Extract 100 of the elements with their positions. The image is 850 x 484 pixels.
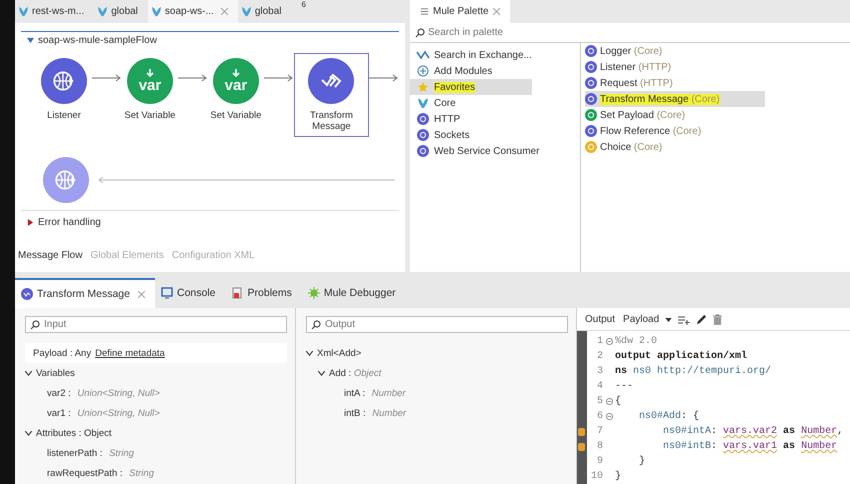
line-number: 2 <box>596 351 603 362</box>
palette-component[interactable]: Logger (Core) <box>585 43 765 59</box>
chevron-icon[interactable] <box>25 370 32 376</box>
flow-node[interactable]: Transform Message <box>294 53 370 137</box>
tree-item[interactable]: var2 : Union<String, Null> <box>25 383 287 403</box>
panel-tab[interactable]: Problems <box>226 278 302 308</box>
module-icon <box>416 50 430 60</box>
palette-module[interactable]: Core <box>410 95 532 111</box>
monitor-icon <box>160 287 173 299</box>
line-number: 7 <box>596 426 603 437</box>
chevron-icon[interactable] <box>318 370 325 376</box>
tree-item[interactable]: rawRequestPath : String <box>25 463 287 483</box>
line-number: 6 <box>596 411 603 422</box>
tab-overflow-count[interactable]: 6 <box>302 0 306 9</box>
module-icon <box>416 97 430 109</box>
tree-item[interactable]: var1 : Union<String, Null> <box>25 403 287 423</box>
payload-dropdown[interactable]: Payload <box>623 314 660 325</box>
palette-module[interactable]: HTTP <box>410 111 532 127</box>
line-number: 4 <box>596 381 603 392</box>
module-icon <box>416 145 430 157</box>
trash-icon[interactable] <box>713 314 722 325</box>
flow-arrow <box>178 73 208 83</box>
fold-icon[interactable] <box>606 338 612 345</box>
panel-tab[interactable]: Mule Debugger <box>302 278 406 308</box>
editor-tab[interactable]: global <box>94 0 148 23</box>
tree-item[interactable]: Variables <box>36 368 75 378</box>
palette-module[interactable]: Web Service Consumer <box>410 143 540 159</box>
caret-icon[interactable] <box>27 219 34 226</box>
code-line: ns ns0 http://tempuri.org/ <box>615 366 772 377</box>
palette-module[interactable]: Sockets <box>410 127 532 143</box>
error-handling-toggle[interactable]: Error handling <box>38 217 101 228</box>
line-number: 5 <box>596 396 603 407</box>
chevron-icon[interactable] <box>25 430 32 436</box>
component-icon <box>40 58 87 104</box>
palette-component[interactable]: Flow Reference (Core) <box>585 123 765 139</box>
line-number: 3 <box>596 366 603 377</box>
tree-item[interactable]: Payload : Any <box>33 348 92 358</box>
add-icon[interactable] <box>678 314 690 324</box>
flow-node[interactable]: var Set Variable <box>208 53 264 126</box>
tree-item[interactable]: Add : Object <box>329 368 382 378</box>
bug-icon <box>308 287 320 299</box>
code-line: ns0#intA: vars.var2 as Number, <box>662 426 844 437</box>
line-number: 1 <box>596 336 603 347</box>
close-icon[interactable] <box>492 8 500 15</box>
code-line: ns0#intB: vars.var1 as Number <box>662 441 838 452</box>
palette-component[interactable]: Transform Message (Core) <box>585 91 765 107</box>
line-number: 9 <box>596 456 603 467</box>
tree-item[interactable]: Xml<Add> <box>317 348 362 358</box>
flow-node[interactable]: var Set Variable <box>122 53 178 126</box>
editor-tab[interactable]: global <box>238 0 292 23</box>
panel-tab[interactable]: Transform Message <box>15 278 155 308</box>
dropdown-caret-icon[interactable] <box>665 318 672 322</box>
define-metadata-link[interactable]: Define metadata <box>95 348 165 358</box>
code-line: } <box>615 471 622 482</box>
palette-search-field[interactable]: Search in palette <box>410 23 850 42</box>
tree-item[interactable]: intB : Number <box>306 403 568 423</box>
chevron-icon[interactable] <box>306 350 313 356</box>
tree-item[interactable]: listenerPath : String <box>25 443 287 463</box>
palette-component[interactable]: Choice (Core) <box>585 139 765 155</box>
flow-title[interactable]: soap-ws-mule-sampleFlow <box>38 35 157 46</box>
editor-tab[interactable]: rest-ws-m... <box>15 0 94 23</box>
code-line: output application/xml <box>615 351 748 362</box>
output-label: Output <box>585 314 616 325</box>
component-icon: var <box>126 58 173 104</box>
code-line: { <box>615 396 622 407</box>
palette-tab[interactable]: Mule Palette <box>410 0 510 23</box>
component-icon: var <box>212 58 259 104</box>
close-icon[interactable] <box>138 290 145 298</box>
palette-component[interactable]: Set Payload (Core) <box>585 107 765 123</box>
editor-tab[interactable]: soap-ws-... <box>148 0 238 23</box>
pencil-icon[interactable] <box>696 314 708 325</box>
flow-arrow <box>264 73 294 83</box>
globe-icon <box>43 157 89 203</box>
tree-item[interactable]: intA : Number <box>306 383 568 403</box>
tree-item[interactable]: Attributes : Object <box>36 428 112 438</box>
palette-module[interactable]: Favorites <box>410 79 532 95</box>
menu-icon[interactable] <box>420 7 429 16</box>
input-search-field[interactable]: Input <box>25 316 287 333</box>
line-number: 8 <box>596 441 603 452</box>
transform-icon <box>21 288 33 300</box>
output-search-field[interactable]: Output <box>306 316 568 333</box>
code-line: ns0#Add: { <box>638 411 700 422</box>
close-icon[interactable] <box>220 8 228 15</box>
flow-node[interactable]: Listener <box>36 53 92 126</box>
search-icon <box>415 28 425 38</box>
line-number: 10 <box>590 471 603 482</box>
problems-icon <box>232 287 244 299</box>
module-icon <box>416 113 430 125</box>
view-tab[interactable]: Message Flow <box>18 250 82 261</box>
palette-component[interactable]: Listener (HTTP) <box>585 59 765 75</box>
palette-component[interactable]: Request (HTTP) <box>585 75 765 91</box>
caret-icon[interactable] <box>27 37 34 44</box>
module-icon <box>416 81 430 93</box>
panel-tab[interactable]: Console <box>154 278 226 308</box>
fold-icon[interactable] <box>606 398 612 405</box>
code-line: } <box>638 456 646 467</box>
palette-module[interactable]: Search in Exchange... <box>410 47 532 63</box>
code-line: %dw 2.0 <box>615 336 658 347</box>
palette-module[interactable]: Add Modules <box>410 63 532 79</box>
fold-icon[interactable] <box>606 413 612 420</box>
